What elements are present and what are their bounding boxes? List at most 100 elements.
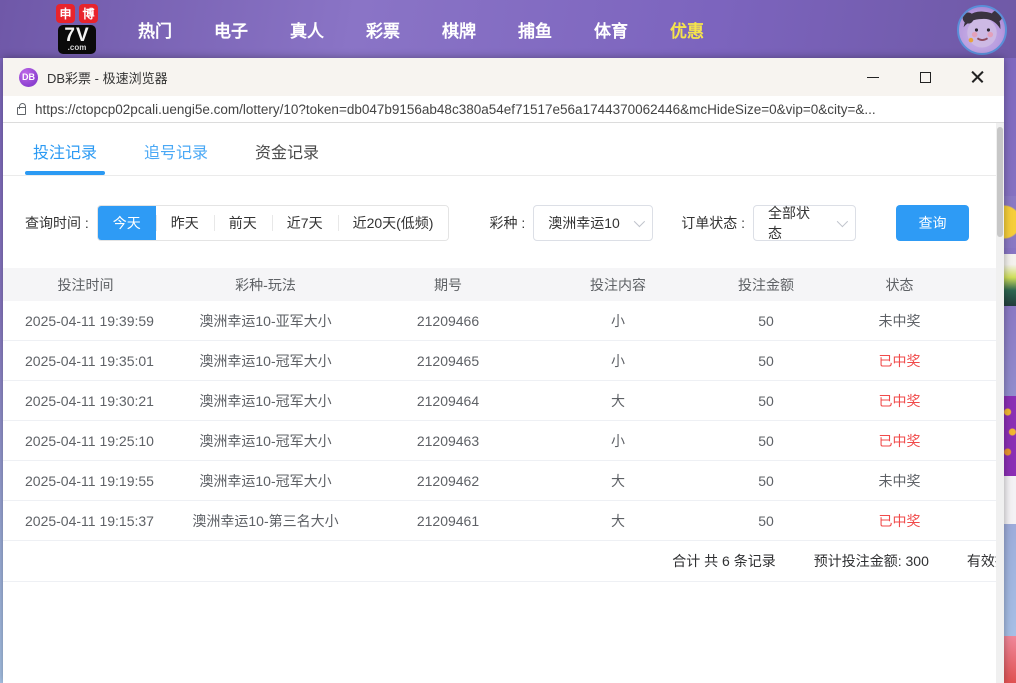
cell-bet-time: 2025-04-11 19:35:01 — [3, 353, 168, 369]
cell-bet-content: 大 — [533, 511, 703, 531]
summary-total-records: 合计 共 6 条记录 — [672, 551, 775, 571]
cell-status: 未中奖 — [829, 471, 970, 491]
background-page-strip — [1004, 58, 1016, 683]
window-controls — [860, 58, 990, 96]
chevron-down-icon — [837, 216, 848, 227]
cell-status: 已中奖 — [829, 391, 970, 411]
summary-expected-amount: 预计投注金额: 300 — [814, 551, 929, 571]
cell-issue: 21209463 — [363, 433, 533, 449]
cell-status: 已中奖 — [829, 351, 970, 371]
cell-game-play: 澳洲幸运10-亚军大小 — [168, 311, 363, 331]
header-bet-content: 投注内容 — [533, 275, 703, 295]
cell-game-play: 澳洲幸运10-冠军大小 — [168, 391, 363, 411]
nav-item-promo[interactable]: 优惠 — [670, 17, 704, 42]
time-option-day-before[interactable]: 前天 — [214, 206, 272, 240]
maximize-button[interactable] — [912, 64, 938, 90]
window-title-bar[interactable]: DB DB彩票 - 极速浏览器 — [3, 58, 1004, 96]
nav-item-chess[interactable]: 棋牌 — [442, 17, 476, 42]
close-icon — [971, 71, 984, 84]
table-row: 2025-04-11 19:19:55 澳洲幸运10-冠军大小 21209462… — [3, 461, 1004, 501]
maximize-icon — [920, 72, 931, 83]
screen: 申 博 7V .com 热门 电子 真人 彩票 棋牌 捕鱼 体育 优惠 — [0, 0, 1016, 683]
nav-item-hot[interactable]: 热门 — [138, 17, 172, 42]
lottery-select[interactable]: 澳洲幸运10 — [533, 205, 653, 241]
nav-item-lottery[interactable]: 彩票 — [366, 17, 400, 42]
cell-issue: 21209461 — [363, 513, 533, 529]
logo-badge-2: 博 — [79, 4, 98, 23]
cell-bet-content: 大 — [533, 391, 703, 411]
time-option-20days[interactable]: 近20天(低频) — [338, 206, 449, 240]
record-tabs: 投注记录 追号记录 资金记录 — [3, 123, 1004, 175]
cell-bet-amount: 50 — [703, 433, 829, 449]
nav-item-electronic[interactable]: 电子 — [214, 17, 248, 42]
lottery-filter-label: 彩种 : — [489, 213, 525, 233]
nav-item-sports[interactable]: 体育 — [594, 17, 628, 42]
bet-records-table: 投注时间 彩种-玩法 期号 投注内容 投注金额 状态 2025-04-11 19… — [3, 268, 1004, 582]
cell-bet-content: 小 — [533, 311, 703, 331]
cell-bet-time: 2025-04-11 19:25:10 — [3, 433, 168, 449]
order-status-select[interactable]: 全部状态 — [753, 205, 856, 241]
address-bar[interactable]: https://ctopcp02pcali.uengi5e.com/lotter… — [3, 96, 1004, 123]
time-option-today[interactable]: 今天 — [98, 206, 156, 240]
vertical-scrollbar[interactable] — [996, 123, 1004, 683]
bg-purple-dots-decor — [1004, 396, 1016, 476]
site-logo[interactable]: 申 博 7V .com — [46, 4, 108, 54]
cell-status: 已中奖 — [829, 511, 970, 531]
cell-bet-content: 小 — [533, 431, 703, 451]
user-avatar[interactable] — [957, 5, 1007, 55]
filter-bar: 查询时间 : 今天 昨天 前天 近7天 近20天(低频) 彩种 : 澳洲幸运10… — [25, 205, 1004, 241]
cell-status: 已中奖 — [829, 431, 970, 451]
table-header-row: 投注时间 彩种-玩法 期号 投注内容 投注金额 状态 — [3, 268, 1004, 301]
close-button[interactable] — [964, 64, 990, 90]
logo-badge-1: 申 — [56, 4, 75, 23]
window-title: DB彩票 - 极速浏览器 — [47, 68, 168, 87]
page-content: 投注记录 追号记录 资金记录 查询时间 : 今天 昨天 前天 近7天 近20天(… — [3, 123, 1004, 683]
cell-game-play: 澳洲幸运10-第三名大小 — [168, 511, 363, 531]
cell-bet-amount: 50 — [703, 313, 829, 329]
nav-item-fishing[interactable]: 捕鱼 — [518, 17, 552, 42]
time-option-7days[interactable]: 近7天 — [272, 206, 338, 240]
cell-issue: 21209465 — [363, 353, 533, 369]
tab-chase-records[interactable]: 追号记录 — [144, 139, 208, 175]
header-game-play: 彩种-玩法 — [168, 275, 363, 295]
cell-bet-amount: 50 — [703, 473, 829, 489]
cell-game-play: 澳洲幸运10-冠军大小 — [168, 431, 363, 451]
table-row: 2025-04-11 19:30:21 澳洲幸运10-冠军大小 21209464… — [3, 381, 1004, 421]
cell-status: 未中奖 — [829, 311, 970, 331]
tab-bet-records[interactable]: 投注记录 — [33, 139, 97, 175]
table-summary-row: 合计 共 6 条记录 预计投注金额: 300 有效投注金额: 300 — [3, 541, 1004, 582]
search-button[interactable]: 查询 — [896, 205, 969, 241]
time-range-group: 今天 昨天 前天 近7天 近20天(低频) — [97, 205, 450, 241]
cell-issue: 21209466 — [363, 313, 533, 329]
cell-bet-time: 2025-04-11 19:15:37 — [3, 513, 168, 529]
lock-icon — [17, 107, 26, 115]
nav-item-live[interactable]: 真人 — [290, 17, 324, 42]
casino-top-nav: 申 博 7V .com 热门 电子 真人 彩票 棋牌 捕鱼 体育 优惠 — [0, 0, 1016, 58]
time-option-yesterday[interactable]: 昨天 — [156, 206, 214, 240]
logo-box: 7V .com — [58, 25, 95, 54]
minimize-button[interactable] — [860, 64, 886, 90]
table-row: 2025-04-11 19:39:59 澳洲幸运10-亚军大小 21209466… — [3, 301, 1004, 341]
cell-issue: 21209462 — [363, 473, 533, 489]
cell-bet-amount: 50 — [703, 513, 829, 529]
logo-suffix-text: .com — [64, 44, 89, 52]
main-menu: 热门 电子 真人 彩票 棋牌 捕鱼 体育 优惠 — [138, 17, 704, 42]
url-text[interactable]: https://ctopcp02pcali.uengi5e.com/lotter… — [35, 102, 876, 117]
browser-window: DB DB彩票 - 极速浏览器 https://ctopcp02pcali.ue… — [3, 58, 1004, 683]
minimize-icon — [867, 77, 879, 78]
cell-game-play: 澳洲幸运10-冠军大小 — [168, 351, 363, 371]
tab-fund-records[interactable]: 资金记录 — [255, 139, 319, 175]
header-bet-time: 投注时间 — [3, 275, 168, 295]
bg-red-decor — [1004, 636, 1016, 683]
cell-game-play: 澳洲幸运10-冠军大小 — [168, 471, 363, 491]
cell-bet-time: 2025-04-11 19:39:59 — [3, 313, 168, 329]
browser-favicon-icon: DB — [19, 68, 38, 87]
cell-bet-amount: 50 — [703, 353, 829, 369]
scrollbar-thumb[interactable] — [997, 127, 1003, 237]
chevron-down-icon — [634, 216, 645, 227]
table-body: 2025-04-11 19:39:59 澳洲幸运10-亚军大小 21209466… — [3, 301, 1004, 541]
cell-bet-content: 小 — [533, 351, 703, 371]
bg-banner-decor — [1004, 254, 1016, 306]
cell-bet-time: 2025-04-11 19:30:21 — [3, 393, 168, 409]
header-status: 状态 — [829, 275, 970, 295]
